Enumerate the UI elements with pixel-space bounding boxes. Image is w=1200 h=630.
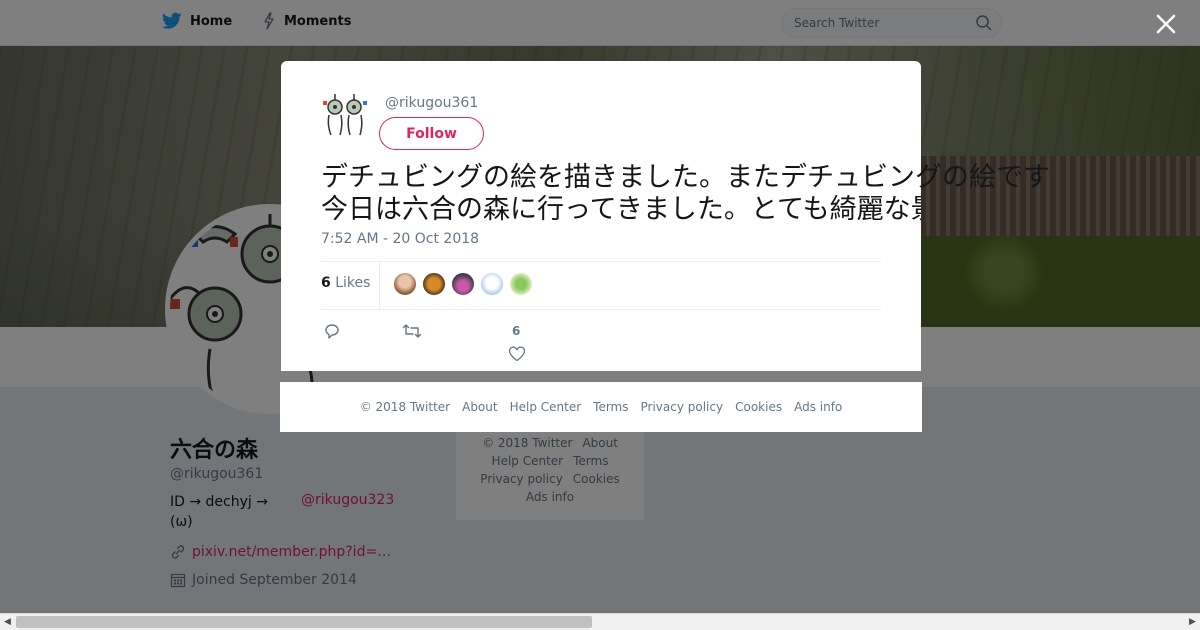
- liker-avatar[interactable]: [509, 272, 533, 296]
- heart-icon[interactable]: [508, 346, 526, 362]
- modal-footer: © 2018 Twitter About Help Center Terms P…: [280, 382, 922, 432]
- footer-terms[interactable]: Terms: [593, 400, 628, 414]
- scroll-left-arrow-icon[interactable]: ◀: [0, 614, 15, 630]
- tweet-timestamp[interactable]: 7:52 AM - 20 Oct 2018: [321, 231, 479, 247]
- liker-avatar[interactable]: [451, 272, 475, 296]
- scrollbar-thumb[interactable]: [16, 616, 592, 628]
- liker-avatars: [393, 272, 533, 296]
- footer-privacy[interactable]: Privacy policy: [641, 400, 724, 414]
- footer-about[interactable]: About: [462, 400, 497, 414]
- likes-label: Likes: [335, 275, 371, 291]
- liker-avatar[interactable]: [393, 272, 417, 296]
- divider: [321, 309, 881, 310]
- retweet-icon[interactable]: [402, 323, 422, 339]
- footer-ads-info[interactable]: Ads info: [794, 400, 842, 414]
- footer-copyright: © 2018 Twitter: [359, 400, 451, 414]
- reply-icon[interactable]: [323, 323, 341, 339]
- likes-stat[interactable]: 6 Likes: [321, 275, 370, 291]
- liker-avatar[interactable]: [422, 272, 446, 296]
- like-action-count: 6: [512, 324, 521, 338]
- likes-separator: [379, 262, 380, 309]
- close-icon[interactable]: [1154, 12, 1178, 36]
- follow-button[interactable]: Follow: [379, 117, 484, 150]
- footer-cookies[interactable]: Cookies: [735, 400, 782, 414]
- character-avatar-icon: [323, 94, 367, 136]
- footer-help-center[interactable]: Help Center: [510, 400, 582, 414]
- tweet-author-handle[interactable]: @rikugou361: [385, 95, 478, 111]
- scroll-right-arrow-icon[interactable]: ▶: [1185, 614, 1200, 630]
- likes-count: 6: [321, 275, 331, 291]
- tweet-author-avatar[interactable]: [321, 91, 369, 139]
- tweet-text-line-2: 今日は六合の森に行ってきました。とても綺麗な景色でした。また来週も行きたいと思い…: [321, 194, 921, 225]
- liker-avatar[interactable]: [480, 272, 504, 296]
- tweet-modal: @rikugou361 Follow デチュビングの絵を描きました。またデチュビ…: [281, 61, 1050, 371]
- horizontal-scrollbar[interactable]: ◀ ▶: [0, 613, 1200, 630]
- divider: [321, 261, 881, 262]
